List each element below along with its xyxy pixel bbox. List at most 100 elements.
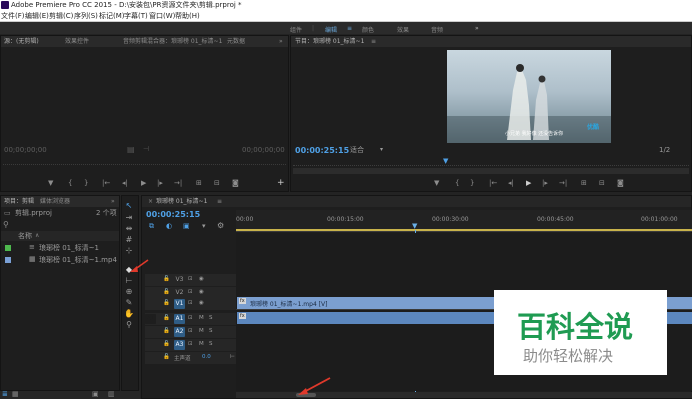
sync-lock-icon[interactable]: ⊡ bbox=[188, 276, 193, 282]
program-lift-icon[interactable]: ⊞ bbox=[581, 179, 587, 187]
source-step-forward-icon[interactable]: |▸ bbox=[157, 179, 163, 187]
source-add-button[interactable]: + bbox=[277, 178, 285, 188]
mute-button[interactable]: M bbox=[199, 328, 204, 334]
selection-tool-icon[interactable]: ↖ bbox=[123, 200, 135, 211]
tab-program[interactable]: 节目：琅琊榜 01_标清~1 bbox=[295, 39, 364, 45]
project-item-row[interactable]: ≡ 琅琊榜 01_标清~1 bbox=[1, 243, 119, 254]
slip-icon[interactable]: ⊢ bbox=[123, 275, 135, 286]
insert-sequence-icon[interactable]: ▣ bbox=[183, 222, 190, 230]
program-add-marker-icon[interactable]: ▼ bbox=[434, 179, 439, 187]
tab-source[interactable]: 源：(无剪辑) bbox=[4, 39, 39, 45]
mute-button[interactable]: M bbox=[199, 341, 204, 347]
source-step-back-icon[interactable]: ◂| bbox=[122, 179, 128, 187]
track-label-a1[interactable]: A1 bbox=[174, 314, 185, 324]
add-marker-icon[interactable]: ▾ bbox=[202, 222, 206, 230]
menu-title[interactable]: 字幕(T) bbox=[124, 13, 148, 20]
project-panel-more[interactable]: » bbox=[111, 199, 115, 205]
source-add-marker-icon[interactable]: ▼ bbox=[48, 179, 53, 187]
program-goto-in-icon[interactable]: |← bbox=[489, 179, 497, 187]
tab-metadata[interactable]: 元数据 bbox=[227, 39, 245, 45]
program-play-icon[interactable]: ▶ bbox=[526, 179, 531, 187]
tab-media-browser[interactable]: 媒体浏览器 bbox=[40, 199, 70, 205]
workspace-assembly[interactable]: 组件 bbox=[290, 25, 302, 34]
track-select-icon[interactable]: ⇥ bbox=[123, 212, 135, 223]
solo-button[interactable]: S bbox=[209, 328, 213, 334]
tab-effect-controls[interactable]: 效果控件 bbox=[65, 39, 89, 45]
source-insert-icon[interactable]: ⊞ bbox=[196, 179, 202, 187]
pen-icon[interactable]: ✎ bbox=[123, 297, 135, 308]
program-step-forward-icon[interactable]: |▸ bbox=[542, 179, 548, 187]
program-step-back-icon[interactable]: ◂| bbox=[508, 179, 514, 187]
workspace-more-button[interactable]: » bbox=[475, 25, 479, 32]
lock-icon[interactable]: 🔓 bbox=[163, 341, 170, 347]
sync-lock-icon[interactable]: ⊡ bbox=[188, 341, 193, 347]
sync-lock-icon[interactable]: ⊡ bbox=[188, 289, 193, 295]
eye-icon[interactable]: ◉ bbox=[199, 300, 204, 306]
program-export-frame-icon[interactable]: ◙ bbox=[617, 179, 624, 187]
menu-window[interactable]: 窗口(W) bbox=[149, 13, 175, 20]
program-mark-in-icon[interactable]: { bbox=[455, 179, 459, 187]
lock-icon[interactable]: 🔓 bbox=[163, 276, 170, 282]
timeline-panel-menu[interactable]: ≡ bbox=[217, 199, 222, 205]
source-play-icon[interactable]: ▶ bbox=[141, 179, 146, 187]
source-settings-icon[interactable]: ▤ bbox=[127, 145, 135, 154]
wrench-icon[interactable]: ⚙ bbox=[217, 221, 224, 230]
eye-icon[interactable]: ◉ bbox=[199, 276, 204, 282]
sync-lock-icon[interactable]: ⊡ bbox=[188, 315, 193, 321]
menu-edit[interactable]: 编辑(E) bbox=[25, 13, 49, 20]
icon-view-icon[interactable]: ▦ bbox=[12, 390, 19, 398]
snap-icon[interactable]: ⧉ bbox=[149, 222, 154, 231]
solo-button[interactable]: S bbox=[209, 341, 213, 347]
lock-icon[interactable]: 🔓 bbox=[163, 315, 170, 321]
rolling-edit-icon[interactable]: # bbox=[123, 234, 135, 245]
tab-project[interactable]: 项目：剪辑 bbox=[4, 199, 34, 205]
program-timecode[interactable]: 00:00:25:15 bbox=[295, 146, 349, 155]
program-mark-out-icon[interactable]: } bbox=[470, 179, 474, 187]
lock-icon[interactable]: 🔓 bbox=[163, 300, 170, 306]
workspace-color[interactable]: 颜色 bbox=[362, 25, 374, 34]
program-scrollbar[interactable] bbox=[293, 168, 689, 174]
source-patch-a1[interactable]: A1 bbox=[145, 314, 156, 324]
search-icon[interactable]: ⚲ bbox=[3, 220, 9, 229]
track-label-v1[interactable]: V1 bbox=[174, 299, 185, 309]
mute-button[interactable]: M bbox=[199, 315, 204, 321]
menu-sequence[interactable]: 序列(S) bbox=[74, 13, 98, 20]
go-to-out-icon[interactable]: ⊢ bbox=[230, 354, 235, 360]
lock-icon[interactable]: 🔓 bbox=[163, 354, 170, 360]
master-volume-value[interactable]: 0.0 bbox=[202, 354, 211, 360]
workspace-effects[interactable]: 效果 bbox=[397, 25, 409, 34]
timeline-tab-close[interactable]: × bbox=[148, 199, 153, 205]
lock-icon[interactable]: 🔓 bbox=[163, 328, 170, 334]
menu-file[interactable]: 文件(F) bbox=[1, 13, 25, 20]
track-label-v2[interactable]: V2 bbox=[174, 288, 185, 298]
project-item-row[interactable]: ▦ 琅琊榜 01_标清~1.mp4 bbox=[1, 255, 119, 266]
playhead-icon[interactable]: ▼ bbox=[412, 222, 417, 230]
video-clip[interactable]: fx 琅琊榜 01_标清~1.mp4 [V] bbox=[237, 297, 494, 309]
eye-icon[interactable]: ◉ bbox=[199, 289, 204, 295]
program-panel-menu[interactable]: ≡ bbox=[371, 39, 376, 45]
solo-button[interactable]: S bbox=[209, 315, 213, 321]
linked-selection-icon[interactable]: ◐ bbox=[166, 222, 172, 230]
source-overwrite-icon[interactable]: ⊟ bbox=[214, 179, 220, 187]
program-extract-icon[interactable]: ⊟ bbox=[599, 179, 605, 187]
ripple-edit-icon[interactable]: ⇹ bbox=[123, 223, 135, 234]
hand-icon[interactable]: ✋ bbox=[123, 308, 135, 319]
source-scrubber[interactable] bbox=[3, 164, 286, 171]
work-area-bar[interactable] bbox=[236, 229, 692, 231]
source-goto-in-icon[interactable]: |← bbox=[102, 179, 110, 187]
program-playhead-icon[interactable]: ▼ bbox=[443, 157, 448, 165]
menu-marker[interactable]: 标记(M) bbox=[99, 13, 125, 20]
track-label-a3[interactable]: A3 bbox=[174, 340, 185, 350]
source-panel-more[interactable]: » bbox=[279, 39, 283, 45]
track-label-a2[interactable]: A2 bbox=[174, 327, 185, 337]
source-wrench-icon[interactable]: ⊣ bbox=[143, 145, 149, 153]
source-mark-out-icon[interactable]: } bbox=[84, 179, 88, 187]
menu-clip[interactable]: 剪辑(C) bbox=[49, 13, 73, 20]
column-name[interactable]: 名称 bbox=[18, 233, 32, 240]
lock-icon[interactable]: 🔓 bbox=[163, 289, 170, 295]
source-export-frame-icon[interactable]: ◙ bbox=[232, 179, 239, 187]
source-goto-out-icon[interactable]: →| bbox=[174, 179, 182, 187]
timeline-timecode[interactable]: 00:00:25:15 bbox=[146, 210, 200, 219]
source-mark-in-icon[interactable]: { bbox=[68, 179, 72, 187]
program-goto-out-icon[interactable]: →| bbox=[559, 179, 567, 187]
